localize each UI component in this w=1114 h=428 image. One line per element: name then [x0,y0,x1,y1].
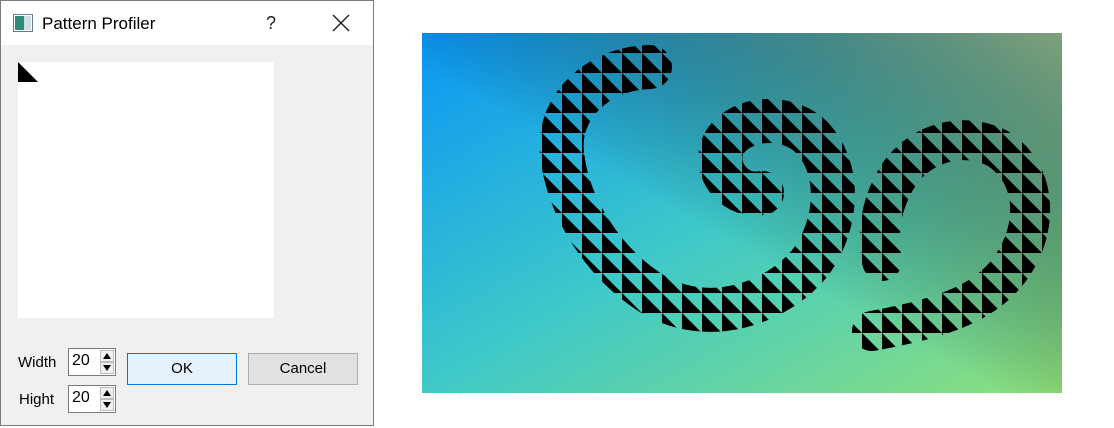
title-bar[interactable]: Pattern Profiler ? [1,1,373,45]
app-window-icon [13,14,33,32]
width-increment-button[interactable] [100,350,114,362]
pattern-preview[interactable] [18,62,274,318]
width-label: Width [18,354,57,371]
window-title: Pattern Profiler [42,14,156,33]
height-increment-button[interactable] [100,387,114,399]
close-button[interactable] [323,9,359,37]
cancel-button[interactable]: Cancel [248,353,358,385]
pattern-canvas[interactable] [422,33,1062,393]
arrow-down-icon [103,402,111,408]
help-button[interactable]: ? [257,9,285,37]
height-spinbox[interactable]: 20 [68,385,116,413]
arrow-down-icon [103,365,111,371]
pattern-canvas-drawing [422,33,1062,393]
pattern-profiler-dialog: Pattern Profiler ? Width 20 Hight 20 OK … [0,0,374,426]
arrow-up-icon [103,353,111,359]
pattern-triangle-shape [18,62,38,82]
height-value: 20 [72,389,90,406]
close-icon [332,14,350,32]
width-spinbox[interactable]: 20 [68,348,116,376]
ok-button[interactable]: OK [127,353,237,385]
arrow-up-icon [103,390,111,396]
width-value: 20 [72,352,90,369]
width-decrement-button[interactable] [100,362,114,374]
height-decrement-button[interactable] [100,399,114,411]
height-label: Hight [19,391,55,408]
